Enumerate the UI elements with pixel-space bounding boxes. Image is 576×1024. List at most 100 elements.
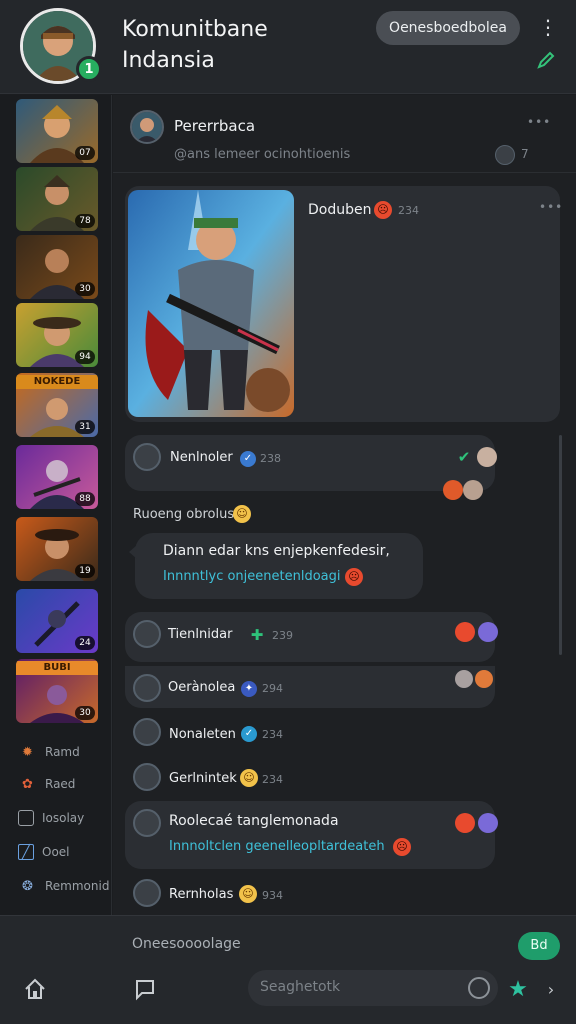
edit-icon: ╱ — [18, 844, 34, 860]
reader-avatar — [495, 145, 515, 165]
user-avatar[interactable] — [133, 674, 161, 702]
home-icon[interactable] — [22, 976, 48, 1002]
rail-link-2[interactable]: ✿ Raed — [18, 773, 75, 795]
search-field[interactable]: Seaghetotk — [248, 970, 498, 1006]
avatar-reaction-icon[interactable] — [455, 670, 473, 688]
app-header: 1 Komunitbane Indansia Oenesboedbolea ⋮ — [0, 0, 576, 94]
search-icon[interactable] — [468, 977, 490, 999]
chat-icon[interactable] — [132, 976, 158, 1002]
rail-thumb-6[interactable]: 88 — [16, 445, 98, 509]
rail-link-label: Ramd — [45, 745, 80, 759]
rail-thumb-badge: 88 — [75, 492, 95, 506]
message-author: Tienlnidar — [168, 627, 233, 642]
user-avatar[interactable] — [133, 763, 161, 791]
message-time: 934 — [262, 889, 283, 902]
chat-feed: Pererrbaca @ans lemeer ocinohtioenis •••… — [113, 95, 576, 915]
fire-reaction-icon[interactable] — [443, 480, 463, 500]
rail-link-5[interactable]: ❂ Remmonid — [18, 875, 109, 897]
message-time: 238 — [260, 452, 281, 465]
online-badge: 1 — [76, 56, 102, 82]
message-author: Rernholas — [169, 887, 234, 902]
edit-pencil-icon[interactable] — [536, 50, 556, 70]
rail-thumb-2[interactable]: 78 — [16, 167, 98, 231]
post-image[interactable] — [128, 190, 294, 417]
globe-icon: ❂ — [22, 878, 33, 894]
search-input[interactable]: Seaghetotk — [260, 979, 340, 995]
fire-reaction-icon[interactable] — [475, 670, 493, 688]
chevron-right-icon[interactable]: › — [538, 976, 564, 1002]
message-link[interactable]: Innnoltclen geenelleopltardeateh — [169, 839, 385, 854]
verified-icon: ✦ — [241, 681, 257, 697]
post-time: 234 — [398, 204, 419, 217]
angry-reaction-icon[interactable] — [455, 622, 475, 642]
user-avatar[interactable] — [130, 110, 164, 144]
pinned-subtitle: @ans lemeer ocinohtioenis — [174, 147, 351, 162]
more-options-icon[interactable]: ⋮ — [538, 14, 558, 40]
user-avatar[interactable] — [133, 443, 161, 471]
image-post[interactable]: Doduben ☹ 234 ••• — [125, 186, 563, 422]
user-avatar[interactable] — [133, 718, 161, 746]
rail-thumb-4[interactable]: 94 — [16, 303, 98, 367]
rail-thumb-9[interactable]: BUBI 30 — [16, 659, 98, 723]
message-bubble[interactable]: Oerànolea ✦ 294 — [125, 666, 495, 708]
message-time: 234 — [262, 728, 283, 741]
rail-link-4[interactable]: ╱ Ooel — [18, 841, 70, 863]
message-time: 234 — [262, 773, 283, 786]
rail-thumb-7[interactable]: 19 — [16, 517, 98, 581]
angry-reaction-icon[interactable] — [455, 813, 475, 833]
post-more-icon[interactable]: ••• — [539, 200, 563, 214]
verified-icon: ✓ — [241, 726, 257, 742]
message-bubble[interactable]: Tienlnidar ✚ 239 — [125, 612, 498, 662]
pinned-message[interactable]: Pererrbaca @ans lemeer ocinohtioenis •••… — [113, 95, 576, 173]
star-icon: ✹ — [22, 744, 33, 760]
message-input[interactable]: Oneesoooolage — [132, 936, 241, 952]
rail-thumb-5[interactable]: NOKEDE 31 — [16, 373, 98, 437]
user-avatar[interactable] — [133, 879, 161, 907]
composer-bar: Oneesoooolage Bd Seaghetotk ★ › — [0, 915, 576, 1024]
rail-thumb-badge: 30 — [75, 706, 95, 720]
message-text: Roolecaé tanglemonada — [169, 813, 339, 829]
scrollbar[interactable] — [559, 435, 562, 655]
post-author: Doduben — [308, 202, 372, 218]
angry-emoji-icon: ☹ — [345, 568, 363, 586]
reader-count: 7 — [521, 147, 529, 161]
rail-thumb-badge: 31 — [75, 420, 95, 434]
check-reaction-icon[interactable]: ✔ — [455, 448, 473, 466]
rail-thumb-badge: 78 — [75, 214, 95, 228]
pinned-author: Pererrbaca — [174, 117, 256, 135]
message-time: 239 — [272, 629, 293, 642]
rail-link-3[interactable]: Iosolay — [18, 807, 84, 829]
rail-link-label: Ooel — [42, 845, 70, 859]
rail-thumb-3[interactable]: 30 — [16, 235, 98, 299]
send-button[interactable]: Bd — [518, 932, 560, 960]
avatar-reaction-icon[interactable] — [477, 447, 497, 467]
rail-link-label: Remmonid — [45, 879, 110, 893]
plus-icon: ✚ — [250, 626, 264, 644]
message-bubble[interactable]: Nenlnoler ✓ 238 ✔ — [125, 435, 497, 491]
message-author: Nenlnoler — [170, 450, 233, 465]
user-avatar[interactable] — [133, 809, 161, 837]
message-bubble[interactable]: Diann edar kns enjepkenfedesir, Innnntly… — [135, 533, 423, 599]
rail-link-1[interactable]: ✹ Ramd — [18, 741, 80, 763]
heart-reaction-icon[interactable] — [478, 622, 498, 642]
smile-emoji-icon: ☺ — [240, 769, 258, 787]
user-avatar[interactable] — [133, 620, 161, 648]
rail-thumb-1[interactable]: 07 — [16, 99, 98, 163]
heart-reaction-icon[interactable] — [478, 813, 498, 833]
community-title: Komunitbane Indansia — [122, 17, 268, 73]
rail-thumb-8[interactable]: 24 — [16, 589, 98, 653]
header-chip-button[interactable]: Oenesboedbolea — [376, 11, 520, 45]
message-bubble[interactable]: Roolecaé tanglemonada Innnoltclen geenel… — [125, 801, 498, 869]
rail-link-label: Iosolay — [42, 811, 85, 825]
message-author: Gerlnintek — [169, 771, 237, 786]
rail-link-label: Raed — [45, 777, 76, 791]
message-link[interactable]: Innnntlyc onjeenetenldoagi — [163, 569, 341, 584]
star-icon[interactable]: ★ — [505, 976, 531, 1002]
more-icon[interactable]: ••• — [527, 115, 551, 129]
angry-emoji-icon: ☹ — [374, 201, 392, 219]
rail-thumb-badge: 30 — [75, 282, 95, 296]
verified-icon: ✓ — [240, 451, 256, 467]
message-author: Oerànolea — [168, 680, 236, 695]
avatar-reaction-icon[interactable] — [463, 480, 483, 500]
rail-thumb-badge: 94 — [75, 350, 95, 364]
